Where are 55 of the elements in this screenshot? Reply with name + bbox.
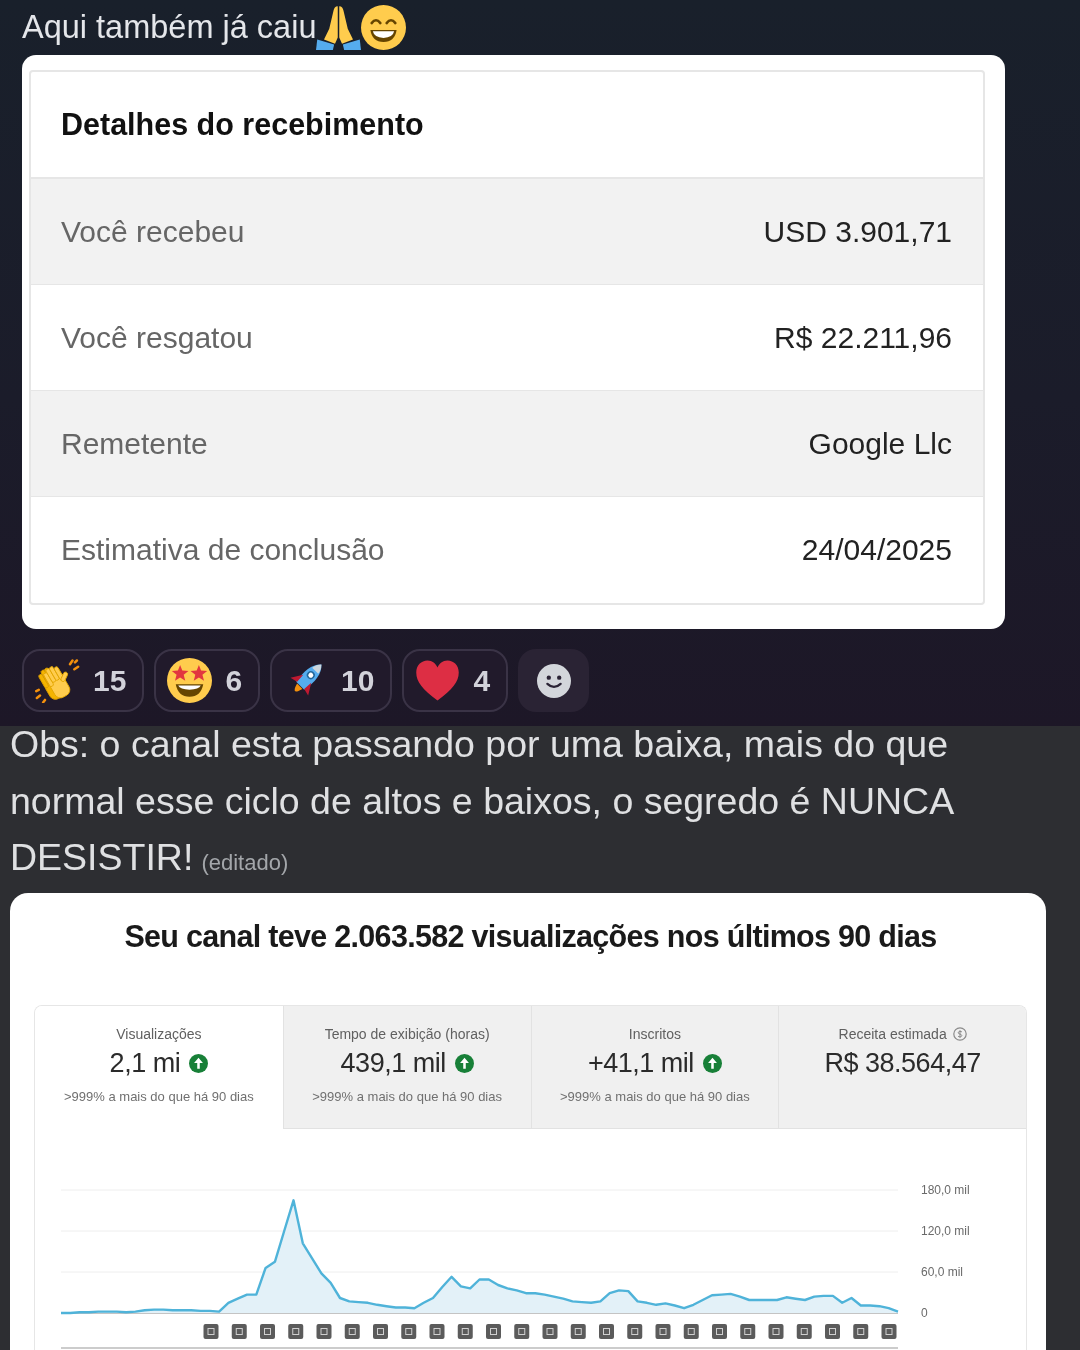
receipt-label: Você recebeu <box>61 214 245 249</box>
heart-icon <box>415 658 461 703</box>
receipt-label: Remetente <box>61 426 208 461</box>
receipt-value: R$ 22.211,96 <box>774 320 952 355</box>
receipt-value: 24/04/2025 <box>801 533 952 567</box>
star-struck-icon <box>167 658 213 703</box>
metric-tab[interactable]: Receita estimada R$ 38.564,47 <box>778 1005 1026 1129</box>
message-text: Obs: o canal esta passando por uma baixa, mais do que normal esse ciclo de altos e baixos, o segredo é NUNCA DESISTIR! (editado) <box>10 726 954 880</box>
marker-icon <box>288 1323 304 1339</box>
marker-icon <box>203 1323 219 1339</box>
receipt-label: Estimativa de conclusão <box>61 533 385 567</box>
marker-icon <box>768 1323 784 1339</box>
praying-hands-icon <box>316 5 362 50</box>
reaction-button[interactable]: 10 <box>270 649 393 712</box>
receipt-value: USD 3.901,71 <box>763 214 952 249</box>
marker-icon <box>542 1323 558 1339</box>
marker-icon <box>712 1323 727 1339</box>
marker-icon <box>599 1323 614 1339</box>
marker-icon <box>853 1323 869 1339</box>
marker-icon <box>825 1323 840 1339</box>
marker-icon <box>655 1323 671 1339</box>
marker-icon <box>231 1323 247 1339</box>
marker-icon <box>740 1323 756 1339</box>
marker-icon <box>570 1323 586 1339</box>
receipt-title: Detalhes do recebimento <box>61 107 424 142</box>
marker-icon <box>796 1323 812 1339</box>
metric-tab[interactable]: Tempo de exibição (horas) 439,1 mil >999% a mais do que há 90 dias <box>282 1005 531 1129</box>
y-axis-label: 120,0 mil <box>921 1223 970 1238</box>
marker-icon <box>881 1323 897 1339</box>
marker-icon <box>683 1323 699 1339</box>
message-text: Aqui também já caiu <box>22 9 317 46</box>
add-reaction-button[interactable] <box>518 649 590 712</box>
receipt-label: Você resgatou <box>61 320 253 355</box>
marker-icon <box>514 1323 530 1339</box>
analytics-title: Seu canal teve 2.063.582 visualizações nos últimos 90 dias <box>123 917 938 954</box>
reaction-button[interactable]: 6 <box>154 649 261 712</box>
marker-icon <box>260 1323 275 1339</box>
marker-icon <box>486 1323 501 1339</box>
y-axis-label: 60,0 mil <box>921 1264 964 1279</box>
reaction-button[interactable]: 4 <box>402 649 509 712</box>
y-axis-label: 0 <box>921 1305 928 1320</box>
metric-tab[interactable]: Inscritos +41,1 mil >999% a mais do que há 90 dias <box>530 1005 779 1129</box>
receipt-value: Google Llc <box>808 426 952 461</box>
y-axis-label: 180,0 mil <box>921 1182 970 1197</box>
marker-icon <box>429 1323 445 1339</box>
smiley-icon <box>536 663 571 698</box>
marker-icon <box>316 1323 332 1339</box>
reaction-button[interactable]: 15 <box>22 649 145 712</box>
marker-icon <box>457 1323 473 1339</box>
clapping-hands-icon <box>35 658 80 703</box>
marker-icon <box>373 1323 388 1339</box>
marker-icon <box>344 1323 360 1339</box>
grinning-face-icon <box>361 5 407 50</box>
marker-icon <box>627 1323 643 1339</box>
marker-icon <box>401 1323 417 1339</box>
